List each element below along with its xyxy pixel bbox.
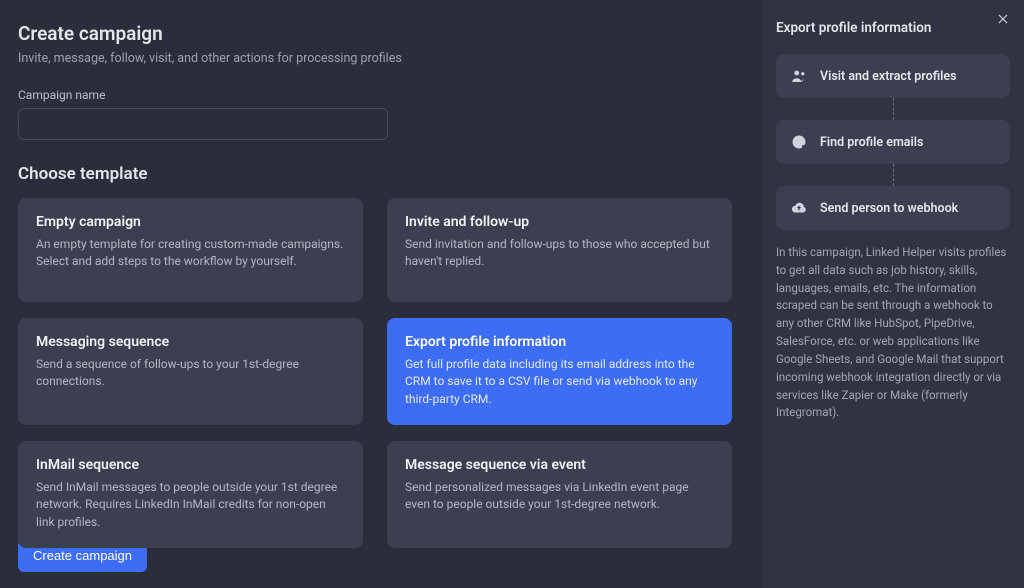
campaign-name-input[interactable] xyxy=(18,108,388,140)
workflow-step-visit[interactable]: Visit and extract profiles xyxy=(776,54,1010,98)
template-title: InMail sequence xyxy=(36,457,345,473)
template-messaging-sequence[interactable]: Messaging sequence Send a sequence of fo… xyxy=(18,318,363,425)
main-panel: Create campaign Invite, message, follow,… xyxy=(0,0,762,588)
template-title: Empty campaign xyxy=(36,214,345,230)
workflow-connector xyxy=(776,164,1010,186)
template-desc: Send InMail messages to people outside y… xyxy=(36,479,345,531)
cloud-upload-icon xyxy=(790,199,808,217)
template-title: Export profile information xyxy=(405,334,714,350)
workflow-step-label: Find profile emails xyxy=(820,135,923,150)
template-desc: An empty template for creating custom-ma… xyxy=(36,236,345,271)
page-title: Create campaign xyxy=(18,22,742,45)
workflow-step-label: Visit and extract profiles xyxy=(820,69,957,84)
sidepanel-title: Export profile information xyxy=(776,20,1010,36)
workflow-step-webhook[interactable]: Send person to webhook xyxy=(776,186,1010,230)
template-desc: Send personalized messages via LinkedIn … xyxy=(405,479,714,514)
template-export-profile[interactable]: Export profile information Get full prof… xyxy=(387,318,732,425)
people-icon xyxy=(790,67,808,85)
templates-scroll-wrap: Empty campaign An empty template for cre… xyxy=(18,198,742,523)
page-subtitle: Invite, message, follow, visit, and othe… xyxy=(18,51,742,66)
workflow-connector xyxy=(776,98,1010,120)
campaign-name-label: Campaign name xyxy=(18,88,742,102)
template-desc: Get full profile data including its emai… xyxy=(405,356,714,408)
side-panel: Export profile information Visit and ext… xyxy=(762,0,1024,588)
close-button[interactable] xyxy=(992,8,1014,30)
template-title: Message sequence via event xyxy=(405,457,714,473)
at-icon xyxy=(790,133,808,151)
templates-grid[interactable]: Empty campaign An empty template for cre… xyxy=(18,198,742,548)
template-title: Messaging sequence xyxy=(36,334,345,350)
template-inmail-sequence[interactable]: InMail sequence Send InMail messages to … xyxy=(18,441,363,548)
template-desc: Send a sequence of follow-ups to your 1s… xyxy=(36,356,345,391)
workflow-step-label: Send person to webhook xyxy=(820,201,958,216)
workflow-step-emails[interactable]: Find profile emails xyxy=(776,120,1010,164)
template-invite-followup[interactable]: Invite and follow-up Send invitation and… xyxy=(387,198,732,302)
close-icon xyxy=(996,12,1010,26)
template-desc: Send invitation and follow-ups to those … xyxy=(405,236,714,271)
template-empty-campaign[interactable]: Empty campaign An empty template for cre… xyxy=(18,198,363,302)
sidepanel-description: In this campaign, Linked Helper visits p… xyxy=(776,244,1010,422)
template-message-via-event[interactable]: Message sequence via event Send personal… xyxy=(387,441,732,548)
choose-template-title: Choose template xyxy=(18,164,742,184)
template-title: Invite and follow-up xyxy=(405,214,714,230)
